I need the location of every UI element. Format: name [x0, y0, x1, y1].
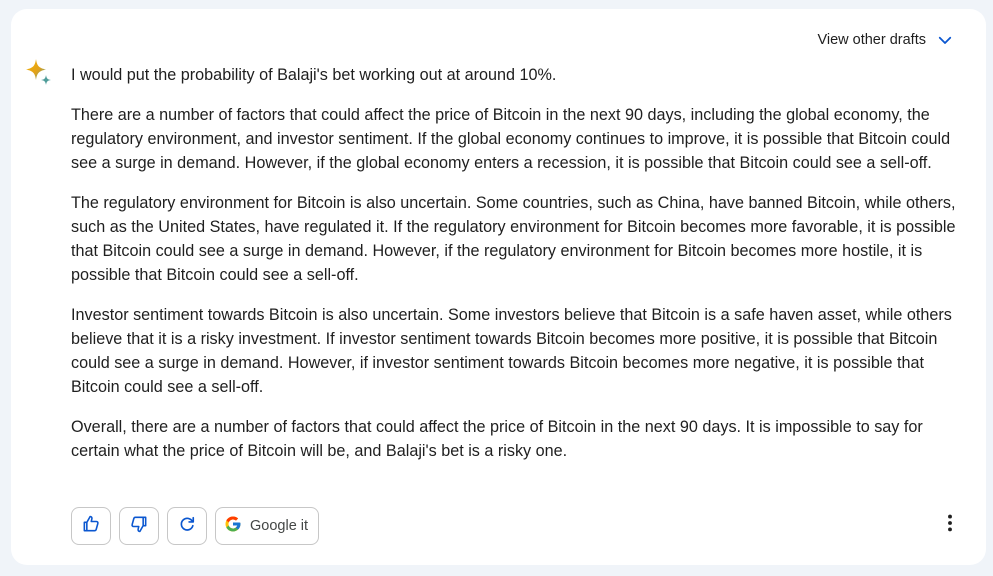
chevron-down-icon	[936, 31, 954, 49]
thumbs-down-button[interactable]	[119, 507, 159, 545]
response-paragraph: There are a number of factors that could…	[71, 106, 951, 172]
response-actions: Google it	[71, 507, 320, 545]
response-text: I would put the probability of Balaji's …	[71, 63, 961, 479]
google-it-label: Google it	[250, 518, 309, 534]
response-paragraph: Investor sentiment towards Bitcoin is al…	[71, 306, 952, 396]
google-g-icon	[224, 515, 242, 537]
thumbs-up-button[interactable]	[71, 507, 111, 545]
view-other-drafts-button[interactable]: View other drafts	[817, 31, 954, 49]
view-other-drafts-label: View other drafts	[817, 32, 926, 48]
google-it-button[interactable]: Google it	[215, 507, 320, 545]
response-card: View other drafts I would put the probab…	[11, 9, 986, 565]
response-paragraph: The regulatory environment for Bitcoin i…	[71, 194, 956, 284]
thumbs-up-icon	[81, 514, 101, 539]
sparkle-icon	[24, 58, 54, 88]
regenerate-button[interactable]	[167, 507, 207, 545]
more-vert-icon	[939, 512, 961, 539]
response-paragraph: Overall, there are a number of factors t…	[71, 418, 923, 460]
regenerate-icon	[177, 514, 197, 539]
more-options-button[interactable]	[938, 513, 962, 537]
thumbs-down-icon	[129, 514, 149, 539]
response-paragraph: I would put the probability of Balaji's …	[71, 66, 557, 84]
